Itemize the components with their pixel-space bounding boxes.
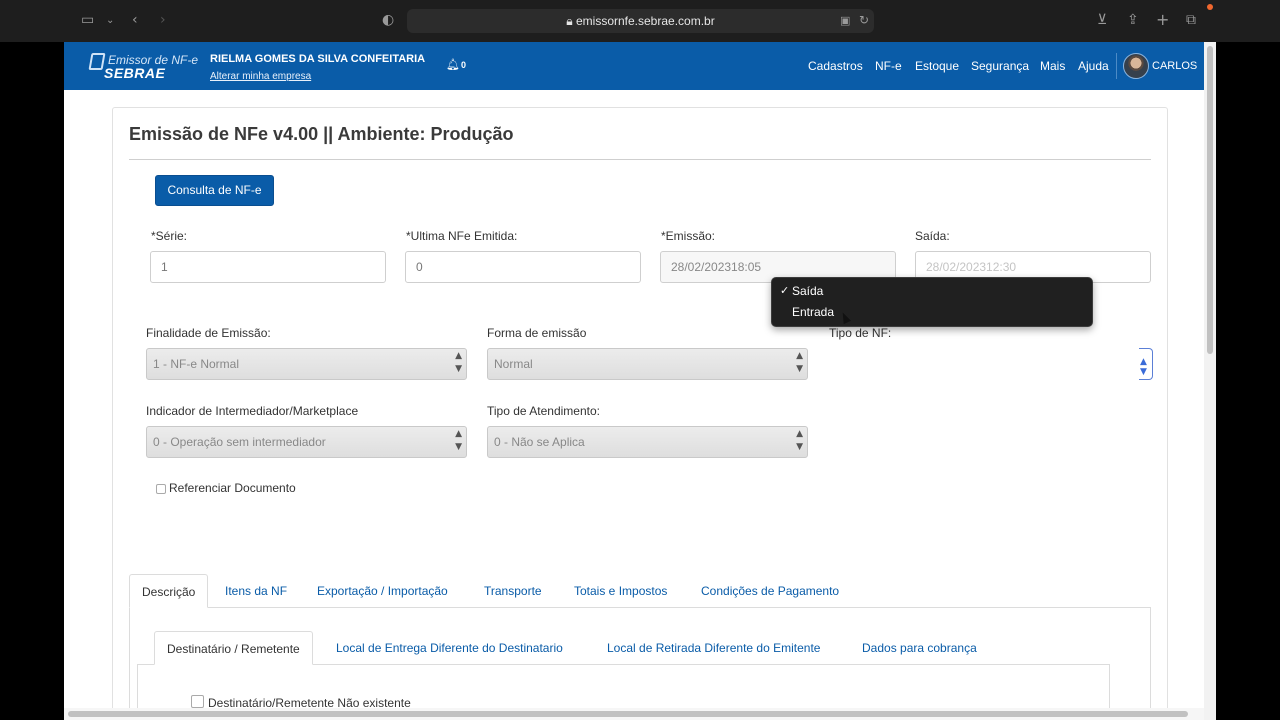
url-text: emissornfe.sebrae.com.br xyxy=(575,14,715,28)
select-arrows-icon: ▲ ▼ xyxy=(455,351,462,374)
menu-cadastros[interactable]: Cadastros xyxy=(808,59,863,73)
sidebar-toggle-icon[interactable]: ▭ xyxy=(81,12,94,28)
document-logo-icon xyxy=(88,53,106,70)
shield-icon[interactable]: ◐ xyxy=(382,12,394,28)
vertical-scroll-thumb[interactable] xyxy=(1207,46,1213,354)
forward-icon[interactable]: › xyxy=(160,12,166,28)
select-arrows-icon: ▲ ▼ xyxy=(455,429,462,452)
tab-pagamento[interactable]: Condições de Pagamento xyxy=(689,574,851,608)
tab-itens[interactable]: Itens da NF xyxy=(213,574,299,608)
menu-mais[interactable]: Mais xyxy=(1040,59,1065,73)
horizontal-scroll-thumb[interactable] xyxy=(68,711,1188,717)
menu-estoque[interactable]: Estoque xyxy=(915,59,959,73)
chevron-down-icon[interactable]: ⌄ xyxy=(106,15,114,26)
change-company-link[interactable]: Alterar minha empresa xyxy=(210,71,311,82)
avatar[interactable] xyxy=(1123,53,1149,79)
referenciar-checkbox[interactable] xyxy=(156,484,166,494)
ultima-nfe-label: *Ultima NFe Emitida: xyxy=(406,229,518,243)
tipo-nf-label: Tipo de NF: xyxy=(829,326,892,340)
select-arrows-icon: ▲ ▼ xyxy=(1140,357,1147,377)
tipo-atendimento-select[interactable]: 0 - Não se Aplica ▲ ▼ xyxy=(487,426,808,458)
emissao-label: *Emissão: xyxy=(661,229,716,243)
referenciar-label: Referenciar Documento xyxy=(169,481,296,495)
saida-label: Saída: xyxy=(915,229,950,243)
download-icon[interactable]: ⊻ xyxy=(1097,12,1107,28)
title-divider xyxy=(129,159,1151,160)
check-icon: ✓ xyxy=(780,284,790,297)
finalidade-value: 1 - NF-e Normal xyxy=(153,357,240,371)
sub-tabs: Destinatário / Remetente Local de Entreg… xyxy=(137,631,1110,665)
serie-input[interactable]: 1 xyxy=(150,251,386,283)
tab-transporte[interactable]: Transporte xyxy=(472,574,554,608)
tab-descricao[interactable]: Descrição xyxy=(129,574,209,608)
finalidade-label: Finalidade de Emissão: xyxy=(146,326,271,340)
web-viewport: Emissor de NF-e SEBRAE RIELMA GOMES DA S… xyxy=(64,42,1216,720)
menu-nfe[interactable]: NF-e xyxy=(875,59,902,73)
address-bar[interactable]: 🔒︎ emissornfe.sebrae.com.br ▣ ↻ xyxy=(407,9,874,33)
forma-emissao-value: Normal xyxy=(494,357,533,371)
serie-label: *Série: xyxy=(151,229,188,243)
menu-seguranca[interactable]: Segurança xyxy=(971,59,1029,73)
main-tabs: Descrição Itens da NF Exportação / Impor… xyxy=(129,574,1151,608)
vertical-scrollbar[interactable] xyxy=(1204,42,1216,720)
tab-totais[interactable]: Totais e Impostos xyxy=(562,574,679,608)
indicador-label: Indicador de Intermediador/Marketplace xyxy=(146,404,359,418)
tipo-nf-select[interactable]: ▲ ▼ xyxy=(1139,348,1153,380)
new-tab-icon[interactable]: + xyxy=(1156,10,1169,29)
share-icon[interactable]: ⇪ xyxy=(1127,12,1139,28)
select-arrows-icon: ▲ ▼ xyxy=(796,351,803,374)
tab-exportacao[interactable]: Exportação / Importação xyxy=(305,574,460,608)
emission-card: Emissão de NFe v4.00 || Ambiente: Produç… xyxy=(112,107,1168,720)
notification-count[interactable]: 0 xyxy=(461,60,466,70)
user-name[interactable]: CARLOS xyxy=(1152,60,1197,72)
option-saida[interactable]: Saída xyxy=(792,284,823,298)
indicador-select[interactable]: 0 - Operação sem intermediador ▲ ▼ xyxy=(146,426,467,458)
ultima-nfe-input[interactable]: 0 xyxy=(405,251,641,283)
option-entrada[interactable]: Entrada xyxy=(792,305,834,319)
top-navbar: Emissor de NF-e SEBRAE RIELMA GOMES DA S… xyxy=(64,42,1204,90)
tab-overview-icon[interactable]: ⧉ xyxy=(1186,12,1196,28)
dest-nao-existente-checkbox[interactable] xyxy=(191,695,204,708)
forma-emissao-select[interactable]: Normal ▲ ▼ xyxy=(487,348,808,380)
page-title: Emissão de NFe v4.00 || Ambiente: Produç… xyxy=(129,124,514,144)
lock-icon: 🔒︎ xyxy=(566,14,576,28)
logo-brand[interactable]: SEBRAE xyxy=(104,65,165,81)
browser-toolbar: ▭ ⌄ ‹ › ◐ 🔒︎ emissornfe.sebrae.com.br ▣ … xyxy=(0,0,1280,42)
select-arrows-icon: ▲ ▼ xyxy=(796,429,803,452)
subtab-destinatario[interactable]: Destinatário / Remetente xyxy=(154,631,313,665)
back-icon[interactable]: ‹ xyxy=(132,12,138,28)
forma-emissao-label: Forma de emissão xyxy=(487,326,587,340)
bell-icon[interactable]: 🔔︎ xyxy=(446,58,460,71)
subtab-cobranca[interactable]: Dados para cobrança xyxy=(850,631,989,665)
subtab-local-entrega[interactable]: Local de Entrega Diferente do Destinatar… xyxy=(324,631,575,665)
reload-icon[interactable]: ↻ xyxy=(859,13,869,27)
indicador-value: 0 - Operação sem intermediador xyxy=(153,435,326,449)
tipo-nf-dropdown-menu: ✓ Saída Entrada xyxy=(771,277,1093,327)
menu-ajuda[interactable]: Ajuda xyxy=(1078,59,1109,73)
consult-nfe-button[interactable]: Consulta de NF-e xyxy=(155,175,274,206)
company-name: RIELMA GOMES DA SILVA CONFEITARIA xyxy=(210,53,426,65)
finalidade-select[interactable]: 1 - NF-e Normal ▲ ▼ xyxy=(146,348,467,380)
reader-icon[interactable]: ▣ xyxy=(840,14,850,27)
tipo-atendimento-label: Tipo de Atendimento: xyxy=(487,404,600,418)
navbar-divider xyxy=(1116,53,1117,79)
recording-indicator-icon xyxy=(1207,4,1213,10)
tipo-atendimento-value: 0 - Não se Aplica xyxy=(494,435,585,449)
horizontal-scrollbar[interactable] xyxy=(64,708,1204,720)
subtab-local-retirada[interactable]: Local de Retirada Diferente do Emitente xyxy=(595,631,832,665)
